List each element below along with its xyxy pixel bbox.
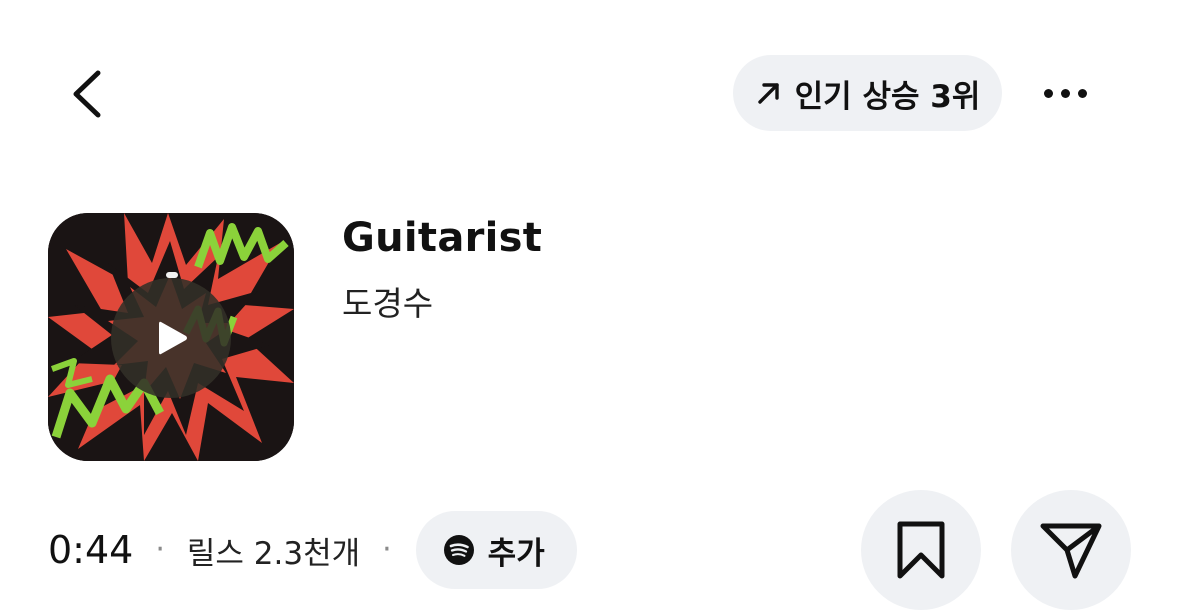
play-icon [159,321,187,355]
song-page: 인기 상승 3위 Guitarist 도경수 0:44 · 릴스 2.3천개 · [0,0,1179,611]
share-button[interactable] [1011,490,1131,610]
separator-dot: · [382,532,392,567]
separator-dot: · [155,532,165,567]
reels-count[interactable]: 릴스 2.3천개 [187,528,360,573]
bookmark-icon [897,521,945,579]
trending-rank-label: 인기 상승 3위 [794,78,981,115]
spotify-icon [443,535,474,565]
more-options-button[interactable] [1030,70,1100,116]
add-to-spotify-button[interactable]: 추가 [415,511,577,589]
arrow-up-right-icon [755,79,783,107]
trending-rank-button[interactable]: 인기 상승 3위 [733,55,1002,131]
album-cover[interactable] [48,213,294,461]
send-icon [1040,523,1102,579]
track-title: Guitarist [342,215,543,261]
play-button[interactable] [111,272,231,398]
back-button[interactable] [52,58,122,130]
chevron-left-icon [73,70,101,118]
more-horizontal-icon [1043,88,1053,98]
track-duration: 0:44 [48,528,134,572]
save-button[interactable] [861,490,981,610]
spotify-add-label: 추가 [487,535,545,572]
track-meta-row: 0:44 · 릴스 2.3천개 · 추가 [48,510,577,590]
artist-name[interactable]: 도경수 [342,277,433,325]
